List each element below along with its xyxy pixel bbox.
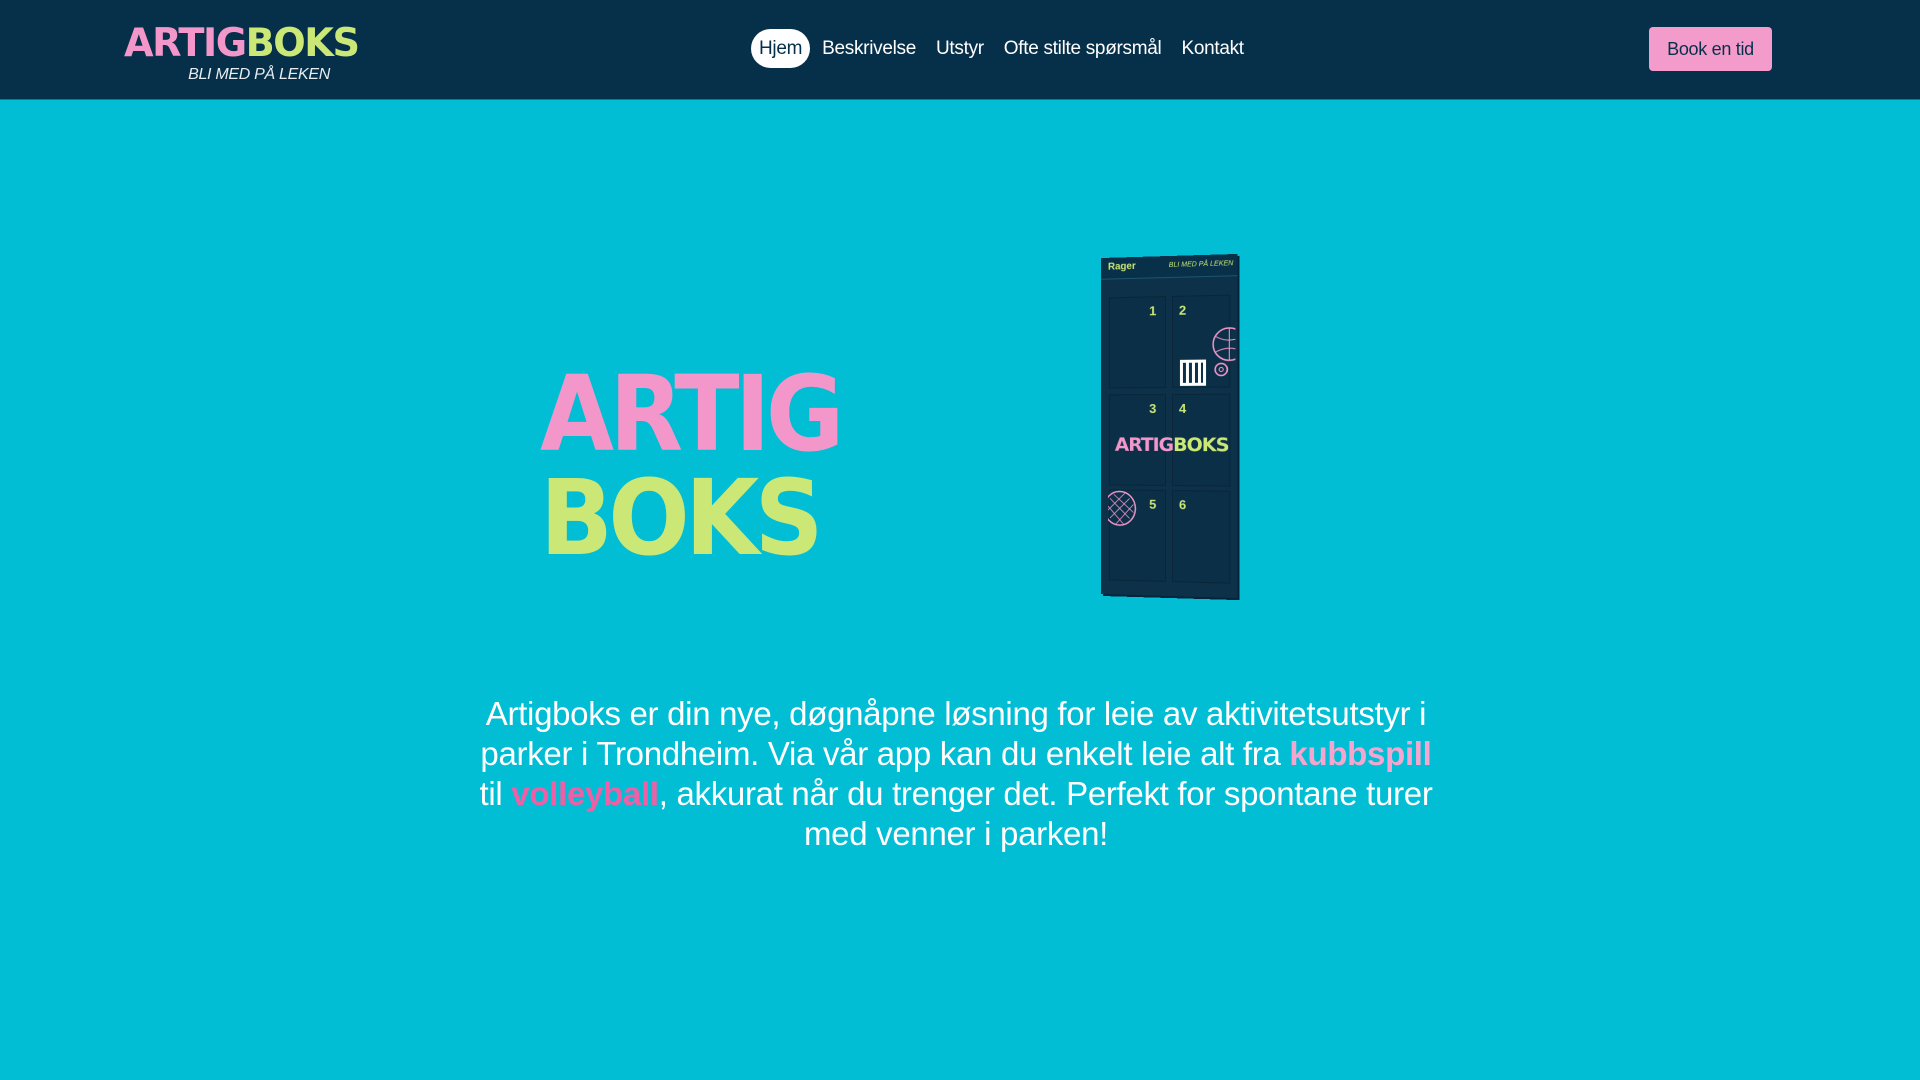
logo-tagline: BLI MED PÅ LEKEN	[188, 66, 330, 83]
locker-brand-logo: ARTIGBOKS	[1115, 434, 1229, 456]
basketball-icon	[1205, 326, 1235, 379]
locker-cell-number: 2	[1178, 302, 1187, 318]
locker-cell-number: 6	[1178, 497, 1187, 513]
logo-link[interactable]: ARTIGBOKS BLI MED PÅ LEKEN	[124, 22, 360, 86]
main-nav: Hjem Beskrivelse Utstyr Ofte stilte spør…	[751, 29, 1252, 68]
hero-logo-line-artig: ARTIG	[540, 353, 844, 475]
book-appointment-button[interactable]: Book en tid	[1649, 27, 1772, 71]
intro-description: Artigboks er din nye, døgnåpne løsning f…	[472, 694, 1440, 854]
nav-item-faq[interactable]: Ofte stilte spørsmål	[996, 29, 1170, 68]
site-header: ARTIGBOKS BLI MED PÅ LEKEN Hjem Beskrive…	[0, 0, 1920, 100]
locker-top-bar: Rager BLI MED PÅ LEKEN	[1101, 253, 1238, 280]
tennis-racket-icon	[1108, 490, 1139, 530]
locker-brand-boks: BOKS	[1173, 434, 1229, 457]
locker-brand-artig: ARTIG	[1114, 433, 1174, 457]
description-text: til	[479, 775, 512, 812]
locker-cell-number: 4	[1178, 400, 1187, 416]
highlight-kubbspill: kubbspill	[1289, 735, 1432, 772]
locker-cell-number: 3	[1149, 401, 1157, 417]
hero-logo-line-boks: BOKS	[540, 457, 824, 579]
logo-part-artig: ARTIG	[124, 21, 247, 66]
locker-cell-number: 5	[1149, 496, 1157, 512]
nav-item-beskrivelse[interactable]: Beskrivelse	[814, 29, 924, 68]
logo-part-boks: BOKS	[245, 21, 360, 66]
locker-cell: 6	[1171, 490, 1231, 584]
nav-item-hjem[interactable]: Hjem	[751, 29, 811, 68]
description-text: , akkurat når du trenger det. Perfekt fo…	[658, 775, 1433, 852]
locker-cell-number: 1	[1149, 303, 1157, 319]
nav-item-utstyr[interactable]: Utstyr	[928, 29, 992, 68]
highlight-volleyball: volleyball	[511, 775, 659, 812]
qr-code-icon	[1178, 358, 1208, 387]
locker-illustration: Rager BLI MED PÅ LEKEN 1 2 3 4 ARTIGBOKS…	[1101, 253, 1238, 599]
nav-item-kontakt[interactable]: Kontakt	[1173, 29, 1251, 68]
locker-cell: 5	[1108, 489, 1167, 582]
locker-cell: 1	[1108, 296, 1167, 389]
description-text: Artigboks er din nye, døgnåpne løsning f…	[480, 695, 1427, 772]
locker-location: Rager	[1107, 260, 1136, 273]
hero-logo: ARTIG BOKS	[540, 353, 844, 579]
logo-wordmark: ARTIGBOKS	[124, 21, 360, 66]
locker-slogan: BLI MED PÅ LEKEN	[1168, 260, 1234, 269]
